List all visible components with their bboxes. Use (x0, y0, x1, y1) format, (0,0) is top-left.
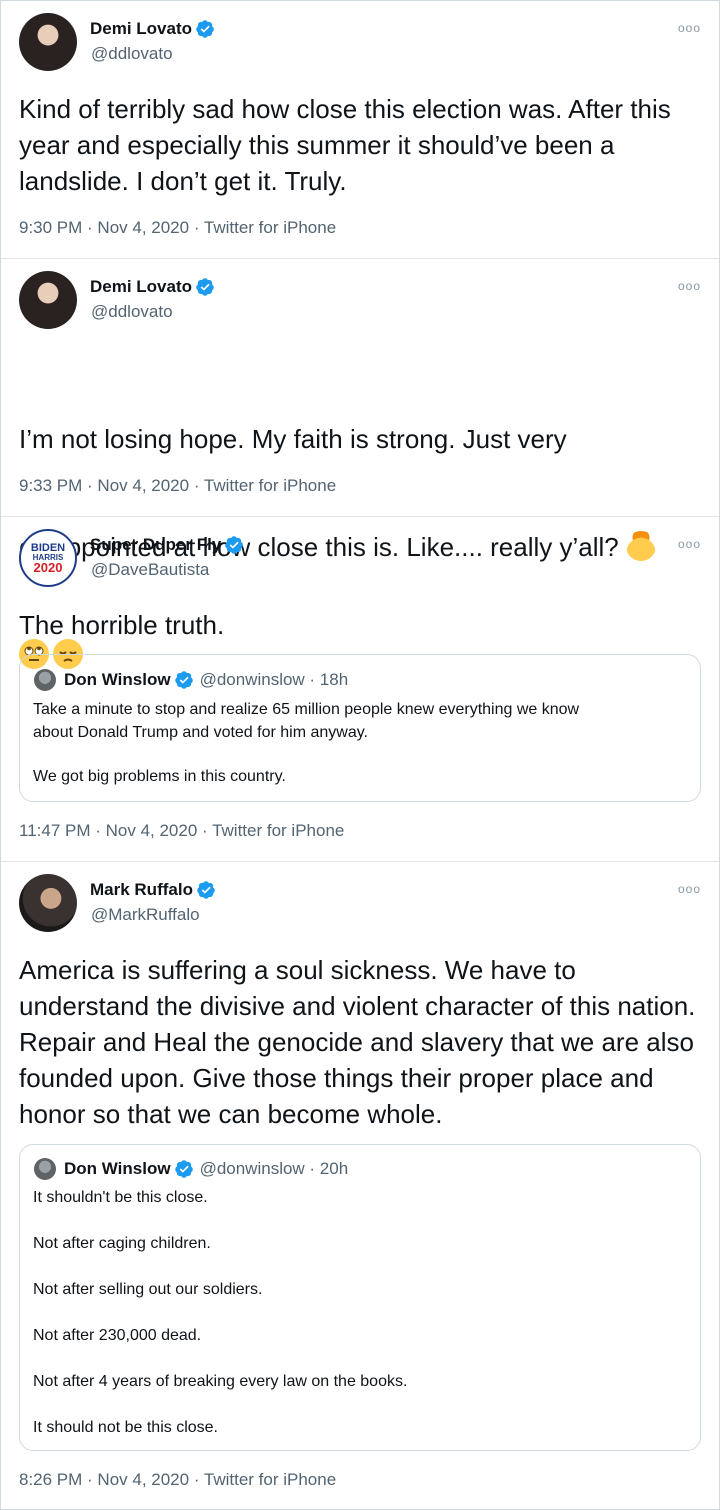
tweet[interactable]: Demi Lovato @ddlovato ooo I’m not losing… (1, 259, 719, 669)
quoted-text-line: Not after 230,000 dead. (33, 1327, 202, 1344)
author-row: Demi Lovato (90, 19, 215, 39)
quoted-author-row: Don Winslow @donwinslow · 20h (34, 1158, 348, 1180)
tweet-timestamp[interactable]: 8:26 PM · Nov 4, 2020 · Twitter for iPho… (19, 1470, 336, 1490)
tweet-timestamp[interactable]: 11:47 PM · Nov 4, 2020 · Twitter for iPh… (19, 821, 344, 841)
verified-badge-icon (174, 1160, 193, 1178)
quoted-tweet[interactable]: Don Winslow @donwinslow · 18h Take a min… (19, 654, 701, 802)
author-name[interactable]: Mark Ruffalo (90, 880, 193, 900)
quoted-text-line: It shouldn't be this close. (33, 1189, 208, 1206)
svg-text:2020: 2020 (34, 560, 63, 575)
tweet-text: America is suffering a soul sickness. We… (19, 955, 703, 1129)
avatar[interactable] (19, 271, 77, 329)
tweet-text: The horrible truth. (19, 610, 225, 640)
author-name[interactable]: Demi Lovato (90, 277, 192, 297)
author-handle[interactable]: @ddlovato (91, 302, 173, 322)
author-name[interactable]: Demi Lovato (90, 19, 192, 39)
tweet-timestamp[interactable]: 9:30 PM · Nov 4, 2020 · Twitter for iPho… (19, 218, 336, 238)
quoted-text-line: We got big problems in this country. (33, 768, 286, 785)
tweet[interactable]: BIDEN HARRIS 2020 Super Duper Fly @DaveB… (1, 517, 719, 862)
author-handle[interactable]: @DaveBautista (91, 560, 209, 580)
tweet[interactable]: Mark Ruffalo @MarkRuffalo ooo America is… (1, 862, 719, 1509)
tweet-timestamp[interactable]: 9:33 PM · Nov 4, 2020 · Twitter for iPho… (19, 476, 336, 496)
quoted-text-line: It should not be this close. (33, 1419, 218, 1436)
author-handle[interactable]: @MarkRuffalo (91, 905, 200, 925)
quoted-author-name: Don Winslow (64, 1159, 171, 1178)
tweet-text: Kind of terribly sad how close this elec… (19, 94, 678, 196)
verified-badge-icon (196, 278, 214, 296)
more-options-icon[interactable]: ooo (678, 882, 701, 896)
tweet[interactable]: Demi Lovato @ddlovato ooo Kind of terrib… (1, 1, 719, 259)
author-handle[interactable]: @ddlovato (91, 44, 173, 64)
quoted-handle-time: @donwinslow · 18h (199, 670, 349, 689)
quoted-author-row: Don Winslow @donwinslow · 18h (34, 669, 348, 691)
verified-badge-icon (196, 20, 214, 38)
tweet-text-line: I’m not losing hope. My faith is strong.… (19, 424, 567, 454)
author-row: Super Duper Fly (90, 535, 244, 555)
quoted-avatar (34, 669, 56, 691)
verified-badge-icon (174, 671, 193, 689)
quoted-author-name: Don Winslow (64, 670, 171, 689)
quoted-text-line: Not after caging children. (33, 1235, 211, 1252)
quoted-text-line: about Donald Trump and voted for him any… (33, 724, 368, 741)
quoted-handle-time: @donwinslow · 20h (199, 1159, 349, 1178)
quoted-text-line: Take a minute to stop and realize 65 mil… (33, 701, 580, 718)
author-row: Demi Lovato (90, 277, 215, 297)
quoted-text-line: Not after 4 years of breaking every law … (33, 1373, 408, 1390)
more-options-icon[interactable]: ooo (678, 279, 701, 293)
biden-harris-logo: BIDEN HARRIS 2020 (31, 542, 65, 575)
verified-badge-icon (225, 536, 244, 554)
avatar[interactable] (19, 13, 77, 71)
avatar[interactable]: BIDEN HARRIS 2020 (19, 529, 77, 587)
more-options-icon[interactable]: ooo (678, 21, 701, 35)
avatar[interactable] (19, 874, 77, 932)
verified-badge-icon (197, 881, 215, 899)
quoted-text-line: Not after selling out our soldiers. (33, 1281, 263, 1298)
tweet-feed: Demi Lovato @ddlovato ooo Kind of terrib… (0, 0, 720, 1510)
more-options-icon[interactable]: ooo (678, 537, 701, 551)
author-name[interactable]: Super Duper Fly (90, 535, 221, 555)
quoted-avatar (34, 1158, 56, 1180)
quoted-tweet[interactable]: Don Winslow @donwinslow · 20h It shouldn… (19, 1144, 701, 1451)
author-row: Mark Ruffalo (90, 880, 216, 900)
